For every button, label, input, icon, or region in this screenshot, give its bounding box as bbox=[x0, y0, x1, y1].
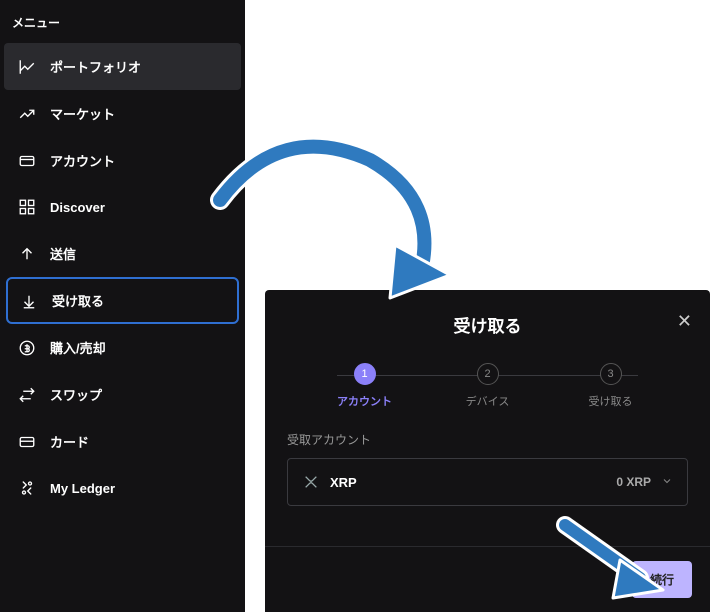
ledger-icon bbox=[18, 479, 36, 497]
account-balance: 0 XRP bbox=[616, 475, 651, 489]
modal-body: 受取アカウント XRP 0 XRP bbox=[265, 419, 710, 518]
swap-icon bbox=[18, 386, 36, 404]
sidebar-item-market[interactable]: マーケット bbox=[0, 90, 245, 137]
sidebar-item-send[interactable]: 送信 bbox=[0, 230, 245, 277]
modal-footer: 続行 bbox=[265, 546, 710, 612]
menu-heading: メニュー bbox=[0, 8, 245, 43]
step-number: 2 bbox=[477, 363, 499, 385]
receive-modal: 受け取る ✕ 1 アカウント 2 デバイス 3 受け取る 受取アカウント XRP… bbox=[265, 290, 710, 612]
sidebar-item-label: 受け取る bbox=[52, 291, 104, 310]
step-label: デバイス bbox=[466, 393, 510, 409]
account-name: XRP bbox=[330, 475, 616, 490]
sidebar-item-buy-sell[interactable]: 購入/売却 bbox=[0, 324, 245, 371]
stepper: 1 アカウント 2 デバイス 3 受け取る bbox=[265, 349, 710, 419]
chart-line-icon bbox=[18, 58, 36, 76]
sidebar-item-card[interactable]: カード bbox=[0, 418, 245, 465]
sidebar-item-portfolio[interactable]: ポートフォリオ bbox=[4, 43, 241, 90]
arrow-up-icon bbox=[18, 245, 36, 263]
step-receive: 3 受け取る bbox=[549, 363, 672, 409]
sidebar-item-discover[interactable]: Discover bbox=[0, 184, 245, 230]
account-select[interactable]: XRP 0 XRP bbox=[287, 458, 688, 506]
sidebar-item-my-ledger[interactable]: My Ledger bbox=[0, 465, 245, 511]
sidebar-item-label: カード bbox=[50, 432, 89, 451]
wallet-icon bbox=[18, 152, 36, 170]
sidebar-item-label: スワップ bbox=[50, 385, 102, 404]
step-label: 受け取る bbox=[589, 393, 633, 409]
continue-button[interactable]: 続行 bbox=[632, 561, 692, 598]
step-label: アカウント bbox=[337, 393, 392, 409]
sidebar-item-label: 購入/売却 bbox=[50, 338, 106, 357]
sidebar-item-label: マーケット bbox=[50, 104, 115, 123]
step-account: 1 アカウント bbox=[303, 363, 426, 409]
field-label: 受取アカウント bbox=[287, 431, 688, 448]
xrp-icon bbox=[302, 473, 320, 491]
sidebar-item-accounts[interactable]: アカウント bbox=[0, 137, 245, 184]
dollar-icon bbox=[18, 339, 36, 357]
close-icon[interactable]: ✕ bbox=[677, 312, 692, 330]
trending-up-icon bbox=[18, 105, 36, 123]
arrow-down-icon bbox=[20, 292, 38, 310]
step-number: 3 bbox=[600, 363, 622, 385]
sidebar-item-receive[interactable]: 受け取る bbox=[6, 277, 239, 324]
sidebar-item-label: Discover bbox=[50, 200, 105, 215]
sidebar-item-label: アカウント bbox=[50, 151, 115, 170]
step-device: 2 デバイス bbox=[426, 363, 549, 409]
sidebar-item-swap[interactable]: スワップ bbox=[0, 371, 245, 418]
chevron-down-icon bbox=[661, 475, 673, 490]
step-number: 1 bbox=[354, 363, 376, 385]
sidebar-item-label: 送信 bbox=[50, 244, 76, 263]
sidebar-item-label: ポートフォリオ bbox=[50, 57, 141, 76]
card-icon bbox=[18, 433, 36, 451]
sidebar-item-label: My Ledger bbox=[50, 481, 115, 496]
modal-title: 受け取る bbox=[454, 312, 522, 337]
sidebar: メニュー ポートフォリオ マーケット アカウント Discover 送信 bbox=[0, 0, 245, 612]
grid-icon bbox=[18, 198, 36, 216]
modal-header: 受け取る ✕ bbox=[265, 290, 710, 349]
